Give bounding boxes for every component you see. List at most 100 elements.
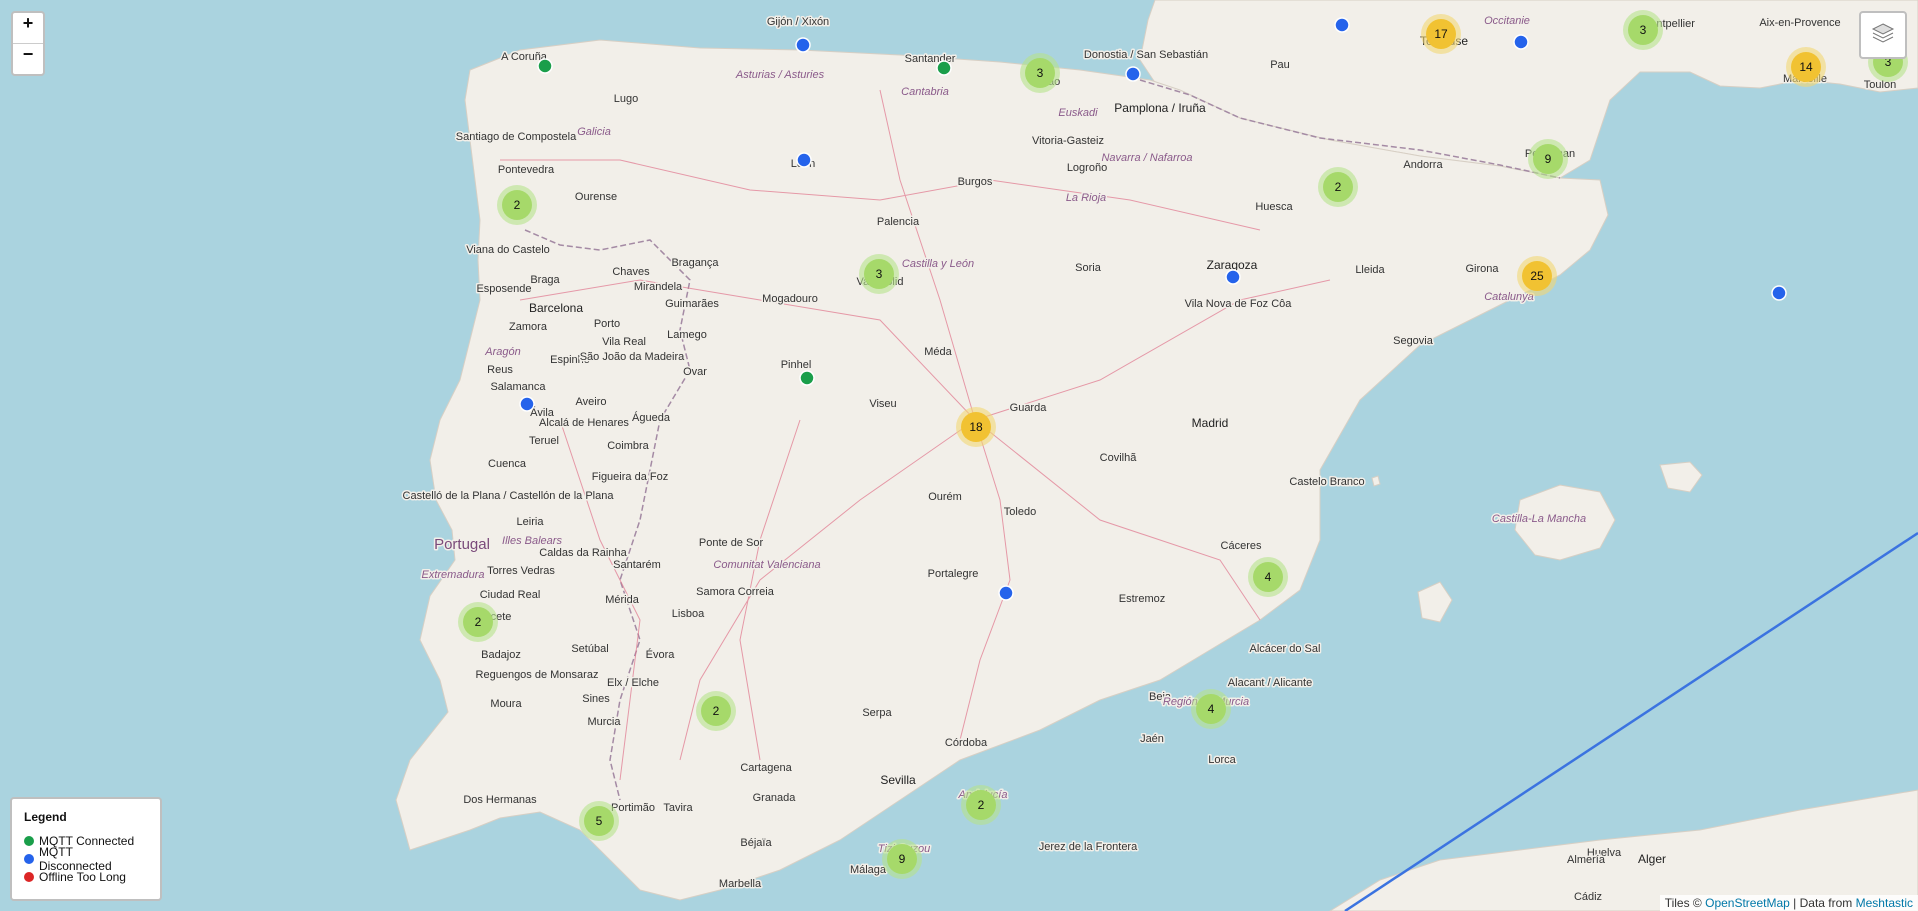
cluster-marker[interactable]: 9: [1528, 139, 1568, 179]
place-label: Mogadouro: [762, 293, 818, 305]
layers-button[interactable]: [1859, 11, 1907, 59]
node-marker-disconnected[interactable]: [998, 585, 1014, 601]
node-marker-connected[interactable]: [799, 370, 815, 386]
cluster-marker[interactable]: 2: [696, 691, 736, 731]
cluster-marker[interactable]: 2: [961, 785, 1001, 825]
place-label: Setúbal: [571, 643, 608, 655]
cluster-marker[interactable]: 2: [1318, 167, 1358, 207]
node-marker-disconnected[interactable]: [519, 396, 535, 412]
place-label: Pontevedra: [498, 164, 555, 176]
cluster-count: 2: [514, 198, 521, 212]
cluster-count: 2: [713, 704, 720, 718]
node-marker-disconnected[interactable]: [795, 37, 811, 53]
place-label: Cádiz: [1574, 891, 1602, 903]
openstreetmap-link[interactable]: OpenStreetMap: [1705, 896, 1790, 910]
place-label: Portalegre: [928, 568, 979, 580]
place-label: Granada: [753, 792, 797, 804]
cluster-count: 3: [1037, 66, 1044, 80]
cluster-count: 2: [978, 798, 985, 812]
attribution-tiles-prefix: Tiles ©: [1664, 896, 1706, 910]
map-canvas[interactable]: A CoruñaGijón / XixónSantanderBilbaoDono…: [0, 0, 1918, 911]
place-label: Almería: [1567, 854, 1606, 866]
place-label: Reguengos de Monsaraz: [476, 669, 599, 681]
place-label: Moura: [490, 698, 522, 710]
place-label: Portugal: [434, 536, 490, 553]
place-label: Lugo: [614, 93, 638, 105]
place-label: Lisboa: [672, 608, 705, 620]
cluster-marker[interactable]: 3: [1623, 10, 1663, 50]
zoom-in-button[interactable]: +: [13, 13, 43, 43]
place-label: Lleida: [1355, 264, 1385, 276]
place-label: Segovia: [1393, 335, 1434, 347]
cluster-marker[interactable]: 4: [1248, 557, 1288, 597]
legend-dot-connected: [24, 836, 34, 846]
place-label: Girona: [1465, 263, 1499, 275]
place-label: Chaves: [612, 266, 650, 278]
cluster-count: 5: [596, 814, 603, 828]
node-marker-connected[interactable]: [537, 58, 553, 74]
node-marker-connected[interactable]: [936, 60, 952, 76]
place-label: Alger: [1638, 852, 1666, 866]
place-label: Jerez de la Frontera: [1039, 841, 1138, 853]
place-label: Navarra / Nafarroa: [1101, 152, 1192, 164]
place-label: Lorca: [1208, 754, 1236, 766]
place-label: Águeda: [632, 411, 671, 424]
place-label: Pau: [1270, 59, 1290, 71]
legend-dot-offline: [24, 872, 34, 882]
place-label: Huesca: [1255, 201, 1293, 213]
place-label: Coimbra: [607, 440, 649, 452]
place-label: Salamanca: [490, 381, 546, 393]
place-label: Ourense: [575, 191, 617, 203]
cluster-marker[interactable]: 18: [956, 407, 996, 447]
place-label: Vila Nova de Foz Côa: [1185, 298, 1293, 310]
place-label: Tavira: [663, 802, 693, 814]
cluster-marker[interactable]: 17: [1421, 14, 1461, 54]
legend-dot-disconnected: [24, 854, 34, 864]
place-label: Sines: [582, 693, 610, 705]
place-label: Caldas da Rainha: [539, 547, 627, 559]
layers-icon: [1870, 20, 1896, 51]
place-label: La Rioja: [1066, 192, 1106, 204]
legend: Legend MQTT Connected MQTT Disconnected …: [10, 797, 162, 901]
place-label: Donostia / San Sebastián: [1084, 49, 1208, 61]
node-marker-disconnected[interactable]: [1771, 285, 1787, 301]
zoom-out-button[interactable]: −: [13, 43, 43, 74]
place-label: Galicia: [577, 126, 611, 138]
place-label: Figueira da Foz: [592, 471, 668, 483]
place-label: Burgos: [958, 176, 993, 188]
place-label: Zamora: [509, 321, 548, 333]
place-label: Illes Balears: [502, 535, 562, 547]
cluster-count: 2: [475, 615, 482, 629]
cluster-count: 3: [1640, 23, 1647, 37]
cluster-marker[interactable]: 3: [1020, 53, 1060, 93]
cluster-marker[interactable]: 4: [1191, 689, 1231, 729]
place-label: Reus: [487, 364, 513, 376]
cluster-count: 3: [876, 267, 883, 281]
place-label: Cáceres: [1221, 540, 1262, 552]
cluster-marker[interactable]: 9: [882, 839, 922, 879]
cluster-marker[interactable]: 2: [458, 602, 498, 642]
cluster-marker[interactable]: 14: [1786, 47, 1826, 87]
place-label: Viana do Castelo: [466, 244, 550, 256]
node-marker-disconnected[interactable]: [1513, 34, 1529, 50]
node-marker-disconnected[interactable]: [1225, 269, 1241, 285]
node-marker-disconnected[interactable]: [1334, 17, 1350, 33]
cluster-marker[interactable]: 25: [1517, 256, 1557, 296]
node-marker-disconnected[interactable]: [1125, 66, 1141, 82]
attribution-separator: | Data from: [1789, 896, 1856, 910]
place-label: Guarda: [1010, 402, 1048, 414]
node-marker-disconnected[interactable]: [796, 152, 812, 168]
cluster-marker[interactable]: 5: [579, 801, 619, 841]
cluster-marker[interactable]: 2: [497, 185, 537, 225]
place-label: Évora: [646, 648, 676, 661]
place-label: Béjaïa: [740, 837, 772, 849]
cluster-count: 2: [1335, 180, 1342, 194]
place-label: Cartagena: [740, 762, 792, 774]
place-label: Aragón: [484, 346, 520, 358]
cluster-marker[interactable]: 3: [859, 254, 899, 294]
place-label: Andorra: [1403, 159, 1443, 171]
place-label: Castilla y León: [902, 258, 974, 270]
place-label: Ovar: [683, 366, 707, 378]
meshtastic-link[interactable]: Meshtastic: [1856, 896, 1913, 910]
place-label: Cuenca: [488, 458, 527, 470]
